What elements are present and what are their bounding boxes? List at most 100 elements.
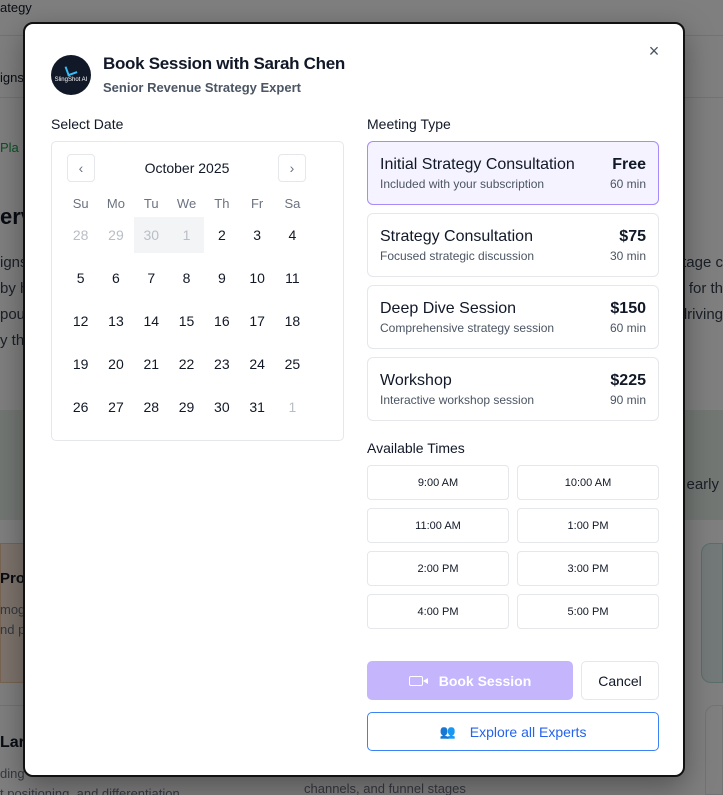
meeting-card-top: Initial Strategy Consultation Free	[380, 156, 646, 174]
meeting-type-description: Included with your subscription	[380, 177, 545, 191]
calendar-day[interactable]: 9	[204, 260, 239, 296]
meeting-card-bottom: Included with your subscription 60 min	[380, 177, 646, 191]
calendar-week: 28 29 30 1 2 3 4	[63, 217, 343, 260]
calendar-day[interactable]: 30	[204, 389, 239, 425]
chevron-left-icon: ‹	[78, 160, 84, 176]
meeting-type-duration: 60 min	[609, 321, 646, 335]
meeting-type-label: Meeting Type	[367, 116, 451, 132]
time-slot-button[interactable]: 2:00 PM	[367, 551, 509, 586]
modal-header: SlingShot AI Book Session with Sarah Che…	[51, 54, 345, 95]
time-slot-button[interactable]: 9:00 AM	[367, 465, 509, 500]
calendar-day[interactable]: 24	[239, 346, 274, 382]
time-slot-button[interactable]: 10:00 AM	[517, 465, 659, 500]
calendar-day[interactable]: 22	[169, 346, 204, 382]
calendar-week: 26 27 28 29 30 31 1	[63, 389, 343, 432]
meeting-type-description: Comprehensive strategy session	[380, 321, 555, 335]
calendar-day[interactable]: 2	[204, 217, 239, 253]
calendar-day[interactable]: 4	[275, 217, 310, 253]
calendar-day[interactable]: 27	[98, 389, 133, 425]
calendar-day[interactable]: 16	[204, 303, 239, 339]
calendar-day[interactable]: 10	[239, 260, 274, 296]
meeting-card-bottom: Interactive workshop session 90 min	[380, 393, 646, 407]
meeting-type-name: Workshop	[380, 372, 452, 389]
calendar-day[interactable]: 5	[63, 260, 98, 296]
weekday-label: We	[176, 195, 197, 211]
modal-title: Book Session with Sarah Chen	[103, 54, 345, 73]
calendar-day[interactable]: 21	[134, 346, 169, 382]
meeting-card-top: Strategy Consultation $75	[380, 228, 646, 246]
explore-experts-label: Explore all Experts	[469, 723, 587, 740]
weekday-label: Mo	[106, 195, 125, 211]
calendar-week: 19 20 21 22 23 24 25	[63, 346, 343, 389]
calendar-day[interactable]: 11	[275, 260, 310, 296]
meeting-type-name: Initial Strategy Consultation	[380, 156, 575, 173]
calendar-day-disabled: 1	[168, 217, 205, 253]
time-slot-button[interactable]: 4:00 PM	[367, 594, 509, 629]
calendar-day[interactable]: 19	[63, 346, 98, 382]
select-date-label: Select Date	[51, 116, 124, 132]
calendar-day[interactable]: 26	[63, 389, 98, 425]
calendar-month: October 2025	[144, 160, 230, 176]
next-month-button[interactable]: ›	[278, 154, 306, 182]
calendar-day[interactable]: 6	[98, 260, 133, 296]
calendar-week: 5 6 7 8 9 10 11	[63, 260, 343, 303]
calendar-day[interactable]: 3	[239, 217, 274, 253]
meeting-type-option-initial[interactable]: Initial Strategy Consultation Free Inclu…	[367, 141, 659, 205]
close-icon[interactable]: ×	[643, 40, 665, 62]
slingshot-logo-icon	[64, 63, 78, 77]
meeting-type-duration: 30 min	[609, 249, 646, 263]
book-session-label: Book Session	[438, 672, 532, 689]
time-slot-button[interactable]: 1:00 PM	[517, 508, 659, 543]
meeting-card-bottom: Comprehensive strategy session 60 min	[380, 321, 646, 335]
meeting-type-description: Interactive workshop session	[380, 393, 535, 407]
book-session-button[interactable]: Book Session	[367, 661, 573, 700]
meeting-type-option-deep-dive[interactable]: Deep Dive Session $150 Comprehensive str…	[367, 285, 659, 349]
available-times-label: Available Times	[367, 440, 465, 456]
cancel-button[interactable]: Cancel	[581, 661, 659, 700]
video-camera-icon	[408, 675, 428, 686]
calendar-day[interactable]: 14	[134, 303, 169, 339]
meeting-card-top: Workshop $225	[380, 372, 646, 390]
calendar-day-disabled: 1	[288, 399, 297, 415]
meeting-type-price: $150	[610, 300, 646, 317]
booking-modal: × SlingShot AI Book Session with Sarah C…	[23, 22, 685, 777]
weekday-label: Su	[72, 195, 89, 211]
weekday-label: Sa	[284, 195, 301, 211]
expert-avatar: SlingShot AI	[51, 54, 91, 95]
calendar-day[interactable]: 31	[239, 389, 274, 425]
meeting-card-top: Deep Dive Session $150	[380, 300, 646, 318]
calendar-day[interactable]: 20	[98, 346, 133, 382]
meeting-card-bottom: Focused strategic discussion 30 min	[380, 249, 646, 263]
header-text: Book Session with Sarah Chen Senior Reve…	[103, 54, 345, 95]
calendar-day-disabled: 30	[133, 217, 169, 253]
prev-month-button[interactable]: ‹	[67, 154, 95, 182]
meeting-type-price: $75	[619, 228, 646, 245]
calendar-week: 12 13 14 15 16 17 18	[63, 303, 343, 346]
meeting-type-option-workshop[interactable]: Workshop $225 Interactive workshop sessi…	[367, 357, 659, 421]
calendar-day[interactable]: 12	[63, 303, 98, 339]
chevron-right-icon: ›	[289, 160, 295, 176]
calendar-day[interactable]: 8	[169, 260, 204, 296]
date-calendar: ‹ October 2025 › Su Mo Tu We Th Fr Sa 28…	[51, 141, 344, 441]
calendar-grid: Su Mo Tu We Th Fr Sa 28 29 30 1 2 3 4 5 …	[63, 189, 343, 432]
time-slot-button[interactable]: 5:00 PM	[517, 594, 659, 629]
calendar-day[interactable]: 7	[134, 260, 169, 296]
meeting-type-duration: 90 min	[609, 393, 646, 407]
meeting-type-option-strategy[interactable]: Strategy Consultation $75 Focused strate…	[367, 213, 659, 277]
time-slot-button[interactable]: 3:00 PM	[517, 551, 659, 586]
calendar-day[interactable]: 23	[204, 346, 239, 382]
calendar-day[interactable]: 29	[169, 389, 204, 425]
calendar-day-disabled: 28	[72, 227, 89, 243]
calendar-day[interactable]: 17	[239, 303, 274, 339]
explore-experts-button[interactable]: 👥 Explore all Experts	[367, 712, 659, 751]
calendar-day[interactable]: 13	[98, 303, 133, 339]
calendar-day[interactable]: 25	[275, 346, 310, 382]
calendar-day[interactable]: 18	[275, 303, 310, 339]
calendar-day-disabled: 29	[108, 227, 124, 243]
calendar-day[interactable]: 15	[169, 303, 204, 339]
time-slot-button[interactable]: 11:00 AM	[367, 508, 509, 543]
weekday-label: Tu	[143, 195, 159, 211]
meeting-type-description: Focused strategic discussion	[380, 249, 535, 263]
meeting-type-name: Strategy Consultation	[380, 228, 533, 245]
calendar-day[interactable]: 28	[134, 389, 169, 425]
